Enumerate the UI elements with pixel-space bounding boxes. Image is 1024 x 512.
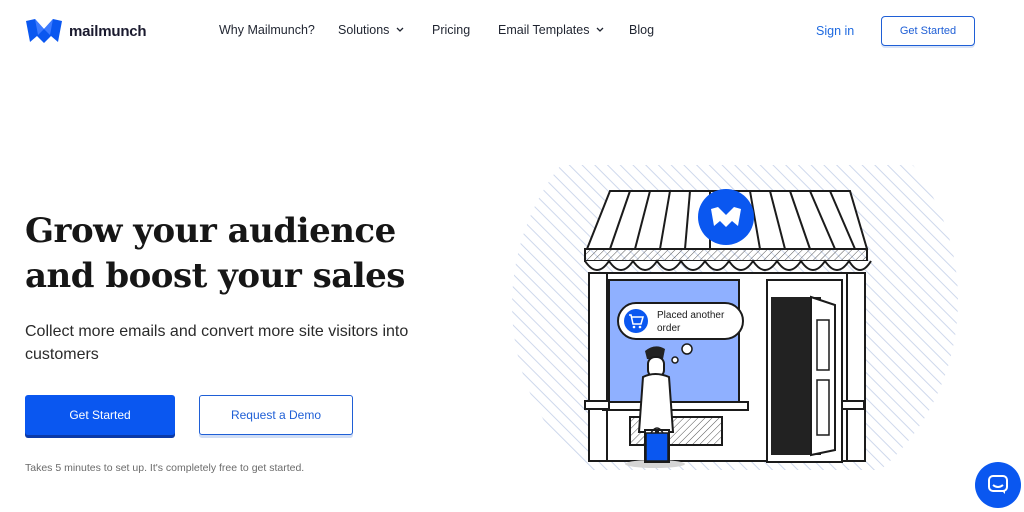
nav-label: Solutions	[338, 23, 390, 37]
nav-label: Email Templates	[498, 23, 590, 37]
mailmunch-logo-icon	[26, 19, 62, 43]
hero-subheadline: Collect more emails and convert more sit…	[25, 323, 409, 363]
nav-label: Blog	[629, 23, 655, 37]
nav-why-mailmunch[interactable]: Why Mailmunch?	[219, 23, 315, 37]
chat-icon	[988, 475, 1008, 494]
get-started-button[interactable]: Get Started	[25, 395, 175, 435]
nav-solutions[interactable]: Solutions	[338, 23, 404, 37]
headline-line-2: and boost your sales	[25, 256, 405, 296]
setup-note: Takes 5 minutes to set up. It's complete…	[25, 462, 305, 474]
chevron-down-icon	[597, 27, 604, 32]
chat-launcher-button[interactable]	[975, 462, 1021, 508]
headline-line-1: Grow your audience	[25, 211, 396, 251]
request-demo-button[interactable]: Request a Demo	[199, 395, 353, 435]
header-get-started-button[interactable]: Get Started	[881, 16, 975, 46]
chevron-down-icon	[396, 27, 404, 32]
nav-label: Pricing	[432, 23, 471, 37]
brand-name: mailmunch	[69, 22, 147, 40]
order-bubble-text: Placed another order	[657, 310, 725, 334]
nav-pricing[interactable]: Pricing	[432, 23, 470, 37]
shopping-bag-icon	[645, 427, 669, 462]
nav-email-templates[interactable]: Email Templates	[498, 23, 604, 37]
nav-blog[interactable]: Blog	[629, 23, 654, 37]
hero-headline: Grow your audience and boost your sales	[25, 209, 445, 299]
sign-in-link[interactable]: Sign in	[816, 24, 854, 38]
site-header: mailmunch Why Mailmunch? Solutions Prici…	[0, 0, 1024, 62]
brand-logo[interactable]: mailmunch	[25, 18, 147, 44]
nav-label: Why Mailmunch?	[219, 23, 315, 37]
